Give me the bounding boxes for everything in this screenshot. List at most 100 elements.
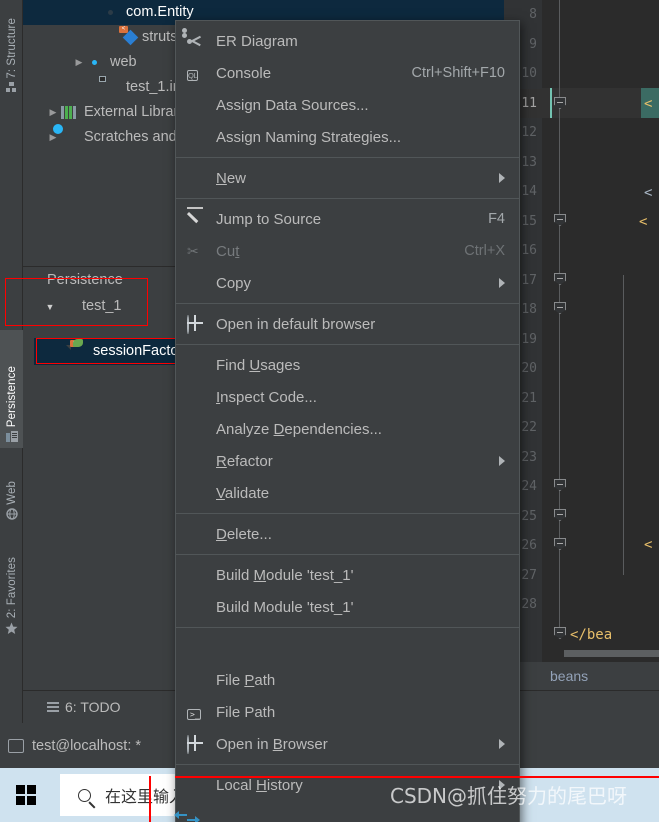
code-token: < bbox=[644, 185, 653, 201]
fold-marker[interactable] bbox=[554, 273, 566, 285]
menu-item-build-module[interactable]: Build Module 'test_1' bbox=[176, 559, 519, 591]
web-folder-icon bbox=[87, 55, 105, 71]
menu-label: Validate bbox=[216, 484, 270, 502]
menu-label: Inspect Code... bbox=[216, 388, 317, 406]
sidebar-item-structure[interactable]: 7: Structure bbox=[0, 0, 23, 98]
menu-label: File Path bbox=[216, 671, 276, 689]
indent-guide bbox=[550, 88, 552, 118]
menu-label: Find Usages bbox=[216, 356, 301, 374]
fold-marker[interactable] bbox=[554, 538, 566, 550]
menu-shortcut: Ctrl+Shift+F10 bbox=[411, 65, 506, 81]
screenshot-root: 7: Structure Persistence Web 2: Favorite… bbox=[0, 0, 659, 822]
globe-icon bbox=[187, 735, 205, 754]
menu-separator bbox=[176, 198, 519, 199]
indent-guide-secondary bbox=[623, 275, 624, 575]
menu-item-local-history[interactable]: Local History bbox=[176, 769, 519, 801]
submenu-arrow-icon bbox=[499, 173, 505, 183]
menu-item-copy[interactable]: Copy bbox=[176, 267, 519, 299]
fold-marker[interactable] bbox=[554, 509, 566, 521]
hexagon-module-icon bbox=[59, 299, 77, 315]
compare-icon bbox=[174, 809, 205, 822]
globe-icon bbox=[187, 315, 205, 334]
chevron-right-icon[interactable]: ▶ bbox=[71, 57, 87, 68]
terminal-icon: >_ bbox=[187, 704, 205, 720]
menu-item-er-diagram[interactable]: ER Diagram bbox=[176, 25, 519, 57]
menu-shortcut: Ctrl+X bbox=[464, 243, 505, 259]
menu-label: Open in Browser bbox=[216, 735, 328, 753]
session-label: test@localhost: * bbox=[32, 737, 142, 754]
menu-item-file-path[interactable]: File Path bbox=[176, 664, 519, 696]
menu-item-find-usages[interactable]: Find Usages bbox=[176, 349, 519, 381]
session-indicator[interactable]: test@localhost: * bbox=[8, 738, 141, 754]
fold-marker[interactable] bbox=[554, 627, 566, 639]
menu-item-package-file[interactable]: Build Module 'test_1' bbox=[176, 591, 519, 623]
fold-marker[interactable] bbox=[554, 214, 566, 226]
scissors-icon: ✂ bbox=[187, 243, 199, 259]
menu-separator bbox=[176, 303, 519, 304]
sidebar-item-persistence[interactable]: Persistence bbox=[0, 330, 23, 448]
persistence-icon bbox=[5, 430, 18, 447]
structure-icon bbox=[6, 81, 17, 97]
menu-item-open-in-terminal[interactable]: >_ File Path bbox=[176, 696, 519, 728]
persistence-module-row[interactable]: ▼ test_1 bbox=[23, 293, 173, 320]
submenu-arrow-icon bbox=[499, 780, 505, 790]
menu-item-analyze-dependencies[interactable]: Analyze Dependencies... bbox=[176, 413, 519, 445]
menu-label: Build Module 'test_1' bbox=[216, 598, 354, 616]
sidebar-item-persistence-label: Persistence bbox=[5, 366, 18, 428]
menu-item-cut: ✂ Cut Ctrl+X bbox=[176, 235, 519, 267]
menu-label: Local History bbox=[216, 776, 303, 794]
menu-label: Refactor bbox=[216, 452, 273, 470]
menu-item-jump-to-source[interactable]: Jump to Source F4 bbox=[176, 203, 519, 235]
list-icon bbox=[47, 702, 59, 712]
menu-item-compare-with[interactable] bbox=[174, 801, 519, 822]
context-menu[interactable]: ER Diagram QL Console Ctrl+Shift+F10 Ass… bbox=[174, 20, 520, 822]
menu-item-validate[interactable]: Validate bbox=[176, 477, 519, 509]
sidebar-item-structure-label: 7: Structure bbox=[5, 17, 18, 79]
code-token: < bbox=[644, 537, 653, 553]
fold-marker[interactable] bbox=[554, 302, 566, 314]
chevron-down-icon[interactable]: ▼ bbox=[41, 302, 59, 312]
menu-label: Delete... bbox=[216, 525, 272, 543]
menu-label: Open in default browser bbox=[216, 315, 376, 333]
fold-marker[interactable] bbox=[554, 479, 566, 491]
submenu-arrow-icon bbox=[499, 739, 505, 749]
submenu-arrow-icon bbox=[499, 456, 505, 466]
chevron-right-icon[interactable]: ▶ bbox=[45, 107, 61, 118]
menu-item-open-in-default-browser[interactable]: Open in default browser bbox=[176, 308, 519, 340]
monitor-icon bbox=[8, 738, 24, 753]
menu-label: ER Diagram bbox=[216, 32, 298, 50]
menu-separator bbox=[176, 157, 519, 158]
library-icon bbox=[61, 105, 79, 121]
todo-tool-button[interactable]: 6: TODO bbox=[47, 699, 121, 715]
web-globe-icon bbox=[5, 507, 18, 524]
package-icon bbox=[103, 5, 121, 21]
menu-shortcut: F4 bbox=[488, 211, 505, 227]
persistence-session-factory-row[interactable]: < sessionFactory bbox=[34, 338, 191, 365]
persistence-panel-title: Persistence bbox=[47, 272, 123, 288]
menu-label: Assign Naming Strategies... bbox=[216, 128, 402, 146]
left-tool-window-strip: 7: Structure Persistence Web 2: Favorite… bbox=[0, 0, 23, 768]
scratches-icon bbox=[61, 130, 79, 146]
sidebar-item-web[interactable]: Web bbox=[0, 455, 23, 525]
menu-item-refactor[interactable]: Refactor bbox=[176, 445, 519, 477]
start-button[interactable] bbox=[0, 768, 52, 822]
menu-item-delete[interactable]: Delete... bbox=[176, 518, 519, 550]
menu-item-console[interactable]: QL Console Ctrl+Shift+F10 bbox=[176, 57, 519, 89]
code-token: < bbox=[639, 214, 648, 230]
menu-item-assign-data-sources[interactable]: Assign Data Sources... bbox=[176, 89, 519, 121]
menu-label: Copy bbox=[216, 274, 252, 292]
menu-item-new[interactable]: New bbox=[176, 162, 519, 194]
menu-separator bbox=[176, 764, 519, 765]
menu-item-assign-naming-strategies[interactable]: Assign Naming Strategies... bbox=[176, 121, 519, 153]
persistence-module-label: test_1 bbox=[82, 298, 122, 314]
editor-breadcrumb[interactable]: beans bbox=[504, 662, 659, 690]
menu-item-inspect-code[interactable]: Inspect Code... bbox=[176, 381, 519, 413]
horizontal-scrollbar[interactable] bbox=[564, 650, 659, 657]
sidebar-item-favorites[interactable]: 2: Favorites bbox=[0, 535, 23, 640]
code-token: < bbox=[644, 96, 653, 112]
menu-item-show-in-explorer[interactable] bbox=[176, 632, 519, 664]
menu-item-open-in-browser[interactable]: Open in Browser bbox=[176, 728, 519, 760]
ql-console-icon: QL bbox=[187, 70, 199, 81]
menu-separator bbox=[176, 344, 519, 345]
xml-spring-file-icon: < bbox=[119, 25, 139, 46]
